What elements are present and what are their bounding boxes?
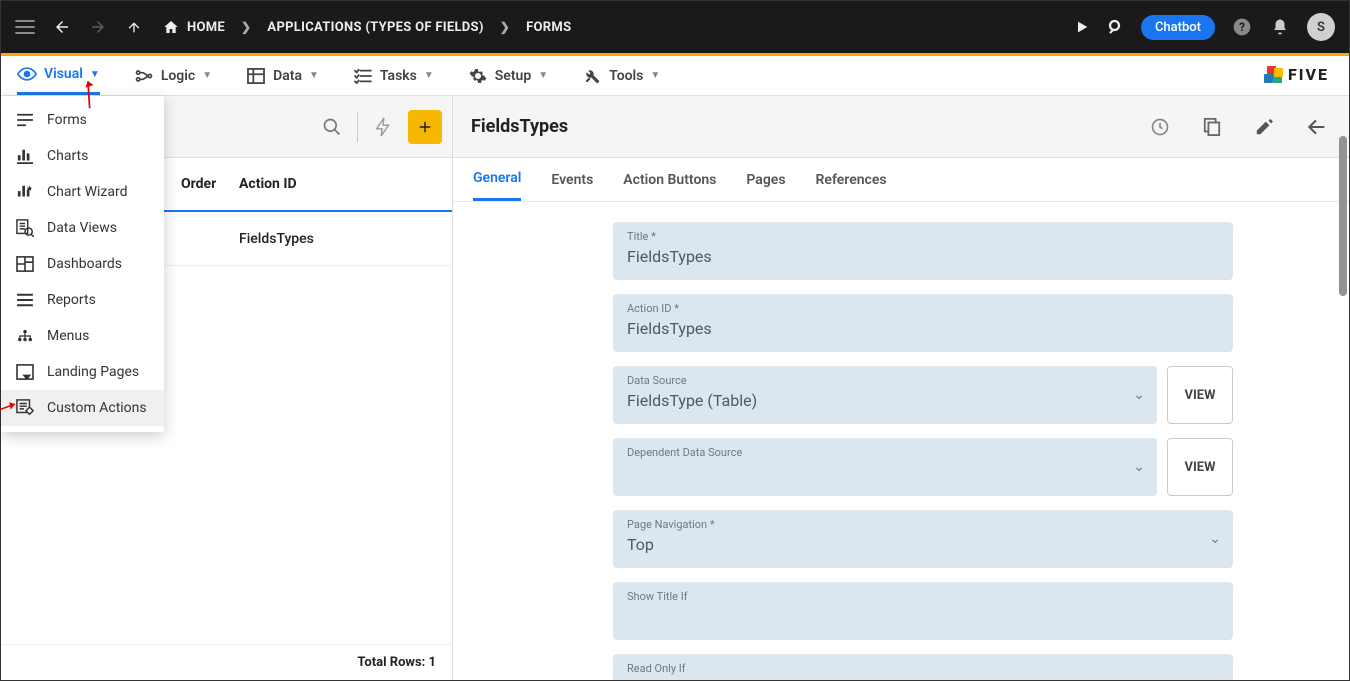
- dd-data-views[interactable]: Data Views: [1, 210, 164, 246]
- menu-tools[interactable]: Tools▼: [582, 56, 660, 95]
- avatar[interactable]: S: [1307, 13, 1335, 41]
- menus-icon: [15, 327, 35, 345]
- hamburger-icon[interactable]: [15, 20, 35, 34]
- page-title: FieldsTypes: [471, 116, 568, 137]
- dd-reports[interactable]: Reports: [1, 282, 164, 318]
- tabs: General Events Action Buttons Pages Refe…: [453, 158, 1349, 202]
- menubar: Visual▼ Logic▼ Data▼ Tasks▼ Setup▼ Tools…: [1, 56, 1349, 96]
- tab-references[interactable]: References: [816, 158, 887, 201]
- breadcrumb-home[interactable]: HOME: [163, 19, 225, 35]
- wizard-icon: [15, 183, 35, 201]
- data-icon: [246, 67, 266, 85]
- search-button[interactable]: [317, 112, 347, 142]
- total-rows: Total Rows: 1: [1, 644, 452, 680]
- lightning-button[interactable]: [368, 112, 398, 142]
- dd-menus[interactable]: Menus: [1, 318, 164, 354]
- field-title[interactable]: Title * FieldsTypes: [613, 222, 1233, 280]
- back-button[interactable]: [53, 18, 71, 36]
- play-icon[interactable]: [1073, 18, 1091, 36]
- dd-custom-actions[interactable]: Custom Actions: [1, 390, 164, 426]
- field-data-source[interactable]: Data Source FieldsType (Table) ⌄: [613, 366, 1157, 424]
- visual-dropdown: Forms Charts Chart Wizard Data Views Das…: [1, 96, 164, 432]
- svg-text:?: ?: [1239, 20, 1245, 34]
- field-page-navigation[interactable]: Page Navigation * Top ⌄: [613, 510, 1233, 568]
- left-pane: Forms Charts Chart Wizard Data Views Das…: [1, 96, 453, 680]
- right-header: FieldsTypes: [453, 96, 1349, 158]
- dd-landing-pages[interactable]: Landing Pages: [1, 354, 164, 390]
- chevron-down-icon: ▼: [650, 70, 660, 81]
- landing-icon: [15, 363, 35, 381]
- tasks-icon: [353, 67, 373, 85]
- chevron-down-icon: ⌄: [1133, 459, 1145, 475]
- dataviews-icon: [15, 219, 35, 237]
- field-show-title-if[interactable]: Show Title If: [613, 582, 1233, 640]
- dd-dashboards[interactable]: Dashboards: [1, 246, 164, 282]
- history-icon[interactable]: [1145, 112, 1175, 142]
- menu-data[interactable]: Data▼: [246, 56, 319, 95]
- dd-charts[interactable]: Charts: [1, 138, 164, 174]
- view-dep-data-source-button[interactable]: VIEW: [1167, 438, 1233, 496]
- bell-icon[interactable]: [1269, 16, 1291, 38]
- back-icon[interactable]: [1301, 112, 1331, 142]
- reports-icon: [15, 291, 35, 309]
- chevron-down-icon: ▼: [538, 70, 548, 81]
- logo: FIVE: [1262, 64, 1329, 84]
- copy-icon[interactable]: [1197, 112, 1227, 142]
- menu-logic[interactable]: Logic▼: [134, 56, 212, 95]
- chevron-down-icon: ▼: [309, 70, 319, 81]
- chevron-right-icon: ❯: [241, 20, 251, 34]
- tab-action-buttons[interactable]: Action Buttons: [623, 158, 716, 201]
- gear-icon: [468, 67, 488, 85]
- forward-button: [89, 18, 107, 36]
- topbar: HOME ❯ APPLICATIONS (TYPES OF FIELDS) ❯ …: [1, 1, 1349, 53]
- view-data-source-button[interactable]: VIEW: [1167, 366, 1233, 424]
- charts-icon: [15, 147, 35, 165]
- edit-icon[interactable]: [1249, 112, 1279, 142]
- dd-forms[interactable]: Forms: [1, 102, 164, 138]
- logic-icon: [134, 67, 154, 85]
- add-button[interactable]: [408, 110, 442, 144]
- up-button[interactable]: [125, 18, 143, 36]
- tab-events[interactable]: Events: [551, 158, 593, 201]
- field-read-only-if[interactable]: Read Only If: [613, 654, 1233, 680]
- chatbot-button[interactable]: Chatbot: [1141, 15, 1215, 40]
- menu-visual[interactable]: Visual▼: [17, 56, 100, 95]
- tab-pages[interactable]: Pages: [746, 158, 785, 201]
- tab-general[interactable]: General: [473, 158, 521, 201]
- chevron-down-icon: ⌄: [1209, 531, 1221, 547]
- menu-tasks[interactable]: Tasks▼: [353, 56, 434, 95]
- field-dependent-data-source[interactable]: Dependent Data Source ⌄: [613, 438, 1157, 496]
- custom-icon: [15, 399, 35, 417]
- help-icon[interactable]: ?: [1231, 16, 1253, 38]
- tools-icon: [582, 67, 602, 85]
- chevron-right-icon: ❯: [500, 20, 510, 34]
- dashboards-icon: [15, 255, 35, 273]
- chevron-down-icon: ▼: [424, 70, 434, 81]
- field-action-id[interactable]: Action ID * FieldsTypes: [613, 294, 1233, 352]
- right-pane: FieldsTypes General Events Action Button…: [453, 96, 1349, 680]
- chevron-down-icon: ⌄: [1133, 387, 1145, 403]
- breadcrumb-forms[interactable]: FORMS: [526, 20, 571, 35]
- search-icon[interactable]: [1107, 18, 1125, 36]
- scrollbar[interactable]: [1339, 136, 1347, 296]
- col-action-id[interactable]: Action ID: [221, 176, 452, 192]
- chevron-down-icon: ▼: [90, 69, 100, 80]
- breadcrumb-applications[interactable]: APPLICATIONS (TYPES OF FIELDS): [267, 20, 483, 35]
- forms-icon: [15, 111, 35, 129]
- eye-icon: [17, 65, 37, 83]
- dd-chart-wizard[interactable]: Chart Wizard: [1, 174, 164, 210]
- menu-setup[interactable]: Setup▼: [468, 56, 548, 95]
- breadcrumb: HOME ❯ APPLICATIONS (TYPES OF FIELDS) ❯ …: [163, 19, 571, 35]
- chevron-down-icon: ▼: [202, 70, 212, 81]
